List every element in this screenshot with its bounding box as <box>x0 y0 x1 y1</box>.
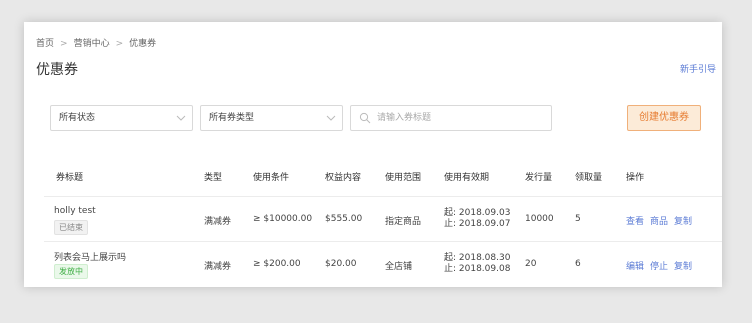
row1-condition: ≥ $10000.00 <box>253 214 313 224</box>
chevron-down-icon <box>326 115 336 121</box>
row2-benefit: $20.00 <box>325 259 357 269</box>
header-actions: 操作 <box>626 173 645 183</box>
header-condition: 使用条件 <box>253 173 290 183</box>
header-validity: 使用有效期 <box>444 173 490 183</box>
row1-scope: 指定商品 <box>385 217 422 227</box>
row2-start-date: 起: 2018.08.30 <box>444 253 511 263</box>
chevron-down-icon <box>176 115 186 121</box>
search-box[interactable] <box>350 105 567 131</box>
row2-stop-button[interactable]: 停止 <box>650 259 668 272</box>
row2-status-badge: 发放中 <box>54 264 88 279</box>
beginner-guide-link[interactable]: 新手引导 <box>680 62 716 75</box>
row2-validity: 起: 2018.08.30 止: 2018.09.08 <box>444 253 510 275</box>
breadcrumb-separator: > <box>115 39 124 49</box>
search-icon <box>359 112 371 124</box>
row2-condition: ≥ $200.00 <box>253 259 301 269</box>
breadcrumb-marketing[interactable]: 营销中心 <box>74 39 110 49</box>
row2-issued: 20 <box>525 259 537 269</box>
row1-type: 满减券 <box>204 217 232 227</box>
coupon-panel: 首页 > 营销中心 > 优惠券 优惠券 新手引导 所有状态 所有券类型 创建优惠券 券标… <box>24 22 722 287</box>
row1-issued: 10000 <box>525 214 554 224</box>
row2-scope: 全店铺 <box>385 262 413 272</box>
header-type: 类型 <box>204 173 223 183</box>
row1-copy-button[interactable]: 复制 <box>674 214 692 227</box>
row1-benefit: $555.00 <box>325 214 363 224</box>
row1-end-date: 止: 2018.09.07 <box>444 219 511 229</box>
status-select[interactable]: 所有状态 <box>50 105 193 131</box>
row1-title[interactable]: holly test <box>54 206 96 216</box>
coupon-type-select-value: 所有券类型 <box>209 113 255 123</box>
row2-end-date: 止: 2018.09.08 <box>444 264 511 274</box>
row1-validity: 起: 2018.09.03 止: 2018.09.07 <box>444 208 510 230</box>
header-benefit: 权益内容 <box>325 173 362 183</box>
header-divider <box>44 196 722 197</box>
row1-products-button[interactable]: 商品 <box>650 214 668 227</box>
coupon-type-select[interactable]: 所有券类型 <box>200 105 343 131</box>
breadcrumb-current: 优惠券 <box>129 39 157 49</box>
breadcrumb: 首页 > 营销中心 > 优惠券 <box>36 36 156 49</box>
header-claimed: 领取量 <box>575 173 603 183</box>
row2-edit-button[interactable]: 编辑 <box>626 259 644 272</box>
search-input[interactable] <box>377 110 567 126</box>
row2-claimed: 6 <box>575 259 581 269</box>
row-divider <box>44 241 722 242</box>
header-issued: 发行量 <box>525 173 553 183</box>
page-title: 优惠券 <box>36 62 78 78</box>
row1-start-date: 起: 2018.09.03 <box>444 208 511 218</box>
status-select-value: 所有状态 <box>59 113 96 123</box>
header-scope: 使用范围 <box>385 173 422 183</box>
row1-view-button[interactable]: 查看 <box>626 214 644 227</box>
create-coupon-button[interactable]: 创建优惠券 <box>627 105 701 131</box>
breadcrumb-separator: > <box>60 39 68 49</box>
row1-claimed: 5 <box>575 214 581 224</box>
breadcrumb-home[interactable]: 首页 <box>36 39 54 49</box>
row2-type: 满减券 <box>204 262 232 272</box>
row2-title[interactable]: 列表会马上展示吗 <box>54 250 126 263</box>
row1-status-badge: 已结束 <box>54 220 88 235</box>
row2-copy-button[interactable]: 复制 <box>674 259 692 272</box>
header-title: 券标题 <box>56 173 84 183</box>
